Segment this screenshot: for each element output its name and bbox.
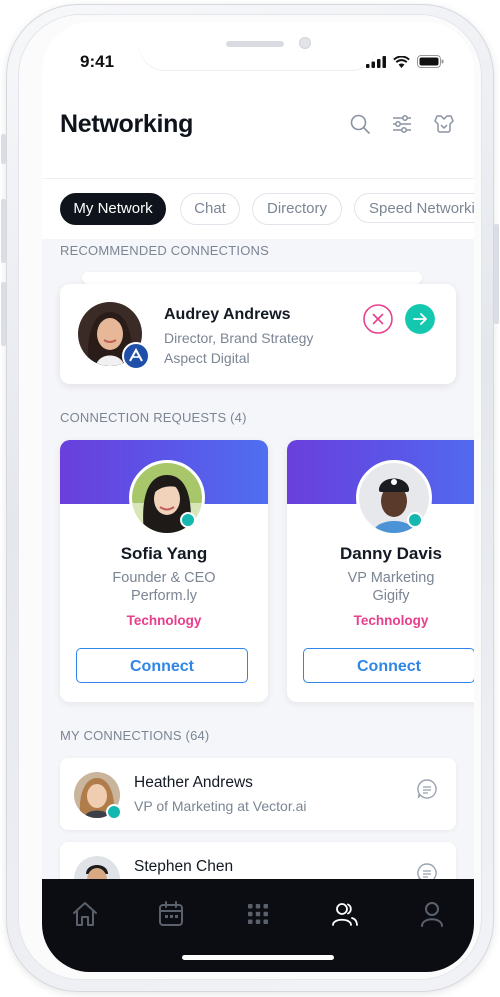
connect-button[interactable]: Connect bbox=[76, 648, 248, 683]
company-logo-badge bbox=[122, 342, 150, 370]
industry-tag: Technology bbox=[126, 613, 202, 628]
tab-directory[interactable]: Directory bbox=[252, 193, 342, 225]
connect-button[interactable]: Connect bbox=[303, 648, 474, 683]
connections-heading: MY CONNECTIONS (64) bbox=[60, 728, 210, 743]
home-icon[interactable] bbox=[70, 899, 100, 929]
request-card-danny[interactable]: Danny Davis VP Marketing Gigify Technolo… bbox=[287, 440, 474, 702]
home-indicator[interactable] bbox=[182, 955, 334, 960]
front-camera bbox=[299, 37, 311, 49]
recommended-company: Aspect Digital bbox=[164, 350, 250, 366]
phone-frame: 9:41 Networking My Network Chat Director… bbox=[1, 4, 499, 992]
page-title: Networking bbox=[60, 110, 194, 138]
cellular-signal-icon bbox=[366, 55, 386, 68]
bottom-tab-bar bbox=[42, 879, 474, 972]
app-screen: 9:41 Networking My Network Chat Director… bbox=[42, 22, 474, 972]
tab-chat[interactable]: Chat bbox=[180, 193, 240, 225]
profile-icon[interactable] bbox=[417, 899, 447, 929]
volume-down-button bbox=[1, 282, 6, 346]
accept-arrow-button[interactable] bbox=[405, 304, 435, 334]
request-company: Gigify bbox=[372, 588, 410, 604]
speaker-grille bbox=[226, 41, 284, 47]
battery-icon bbox=[417, 55, 444, 68]
recommended-card[interactable]: Audrey Andrews Director, Brand Strategy … bbox=[60, 284, 456, 384]
connection-name: Heather Andrews bbox=[134, 774, 253, 791]
mute-switch bbox=[1, 134, 6, 164]
people-icon[interactable] bbox=[330, 899, 360, 929]
chat-bubble-icon[interactable] bbox=[416, 778, 438, 800]
status-time: 9:41 bbox=[80, 52, 115, 71]
industry-tag: Technology bbox=[353, 613, 429, 628]
request-card-sofia[interactable]: Sofia Yang Founder & CEO Perform.ly Tech… bbox=[60, 440, 268, 702]
requests-heading: CONNECTION REQUESTS (4) bbox=[60, 410, 247, 425]
recommended-name: Audrey Andrews bbox=[164, 306, 291, 323]
badge-icon[interactable] bbox=[432, 112, 456, 136]
online-status-dot bbox=[106, 804, 122, 820]
online-status-dot bbox=[180, 512, 196, 528]
connection-subtitle: VP of Marketing at Vector.ai bbox=[134, 798, 307, 814]
request-name: Danny Davis bbox=[339, 544, 443, 563]
request-role: Founder & CEO bbox=[112, 570, 216, 586]
filter-sliders-icon[interactable] bbox=[390, 112, 414, 136]
card-stack-shadow bbox=[82, 272, 422, 284]
power-button bbox=[494, 224, 499, 324]
tab-my-network[interactable]: My Network bbox=[60, 193, 166, 225]
recommended-heading: RECOMMENDED CONNECTIONS bbox=[60, 243, 269, 258]
wifi-icon bbox=[393, 55, 410, 68]
status-bar: 9:41 bbox=[42, 22, 474, 92]
calendar-icon[interactable] bbox=[156, 899, 186, 929]
request-role: VP Marketing bbox=[347, 570, 435, 586]
grid-icon[interactable] bbox=[243, 899, 273, 929]
tab-speed-networking[interactable]: Speed Networking bbox=[354, 193, 474, 223]
app-header: Networking bbox=[42, 92, 474, 178]
dismiss-button[interactable] bbox=[363, 304, 393, 334]
company-logo-icon bbox=[129, 347, 143, 362]
notch bbox=[139, 22, 377, 70]
connection-name: Stephen Chen bbox=[134, 858, 234, 875]
status-icons bbox=[366, 55, 444, 68]
search-icon[interactable] bbox=[348, 112, 372, 136]
volume-up-button bbox=[1, 199, 6, 263]
list-item[interactable]: Heather Andrews VP of Marketing at Vecto… bbox=[60, 758, 456, 830]
request-company: Perform.ly bbox=[130, 588, 198, 604]
tab-strip: My Network Chat Directory Speed Networki… bbox=[42, 178, 474, 239]
request-name: Sofia Yang bbox=[120, 544, 208, 563]
recommended-title: Director, Brand Strategy bbox=[164, 330, 314, 346]
online-status-dot bbox=[407, 512, 423, 528]
